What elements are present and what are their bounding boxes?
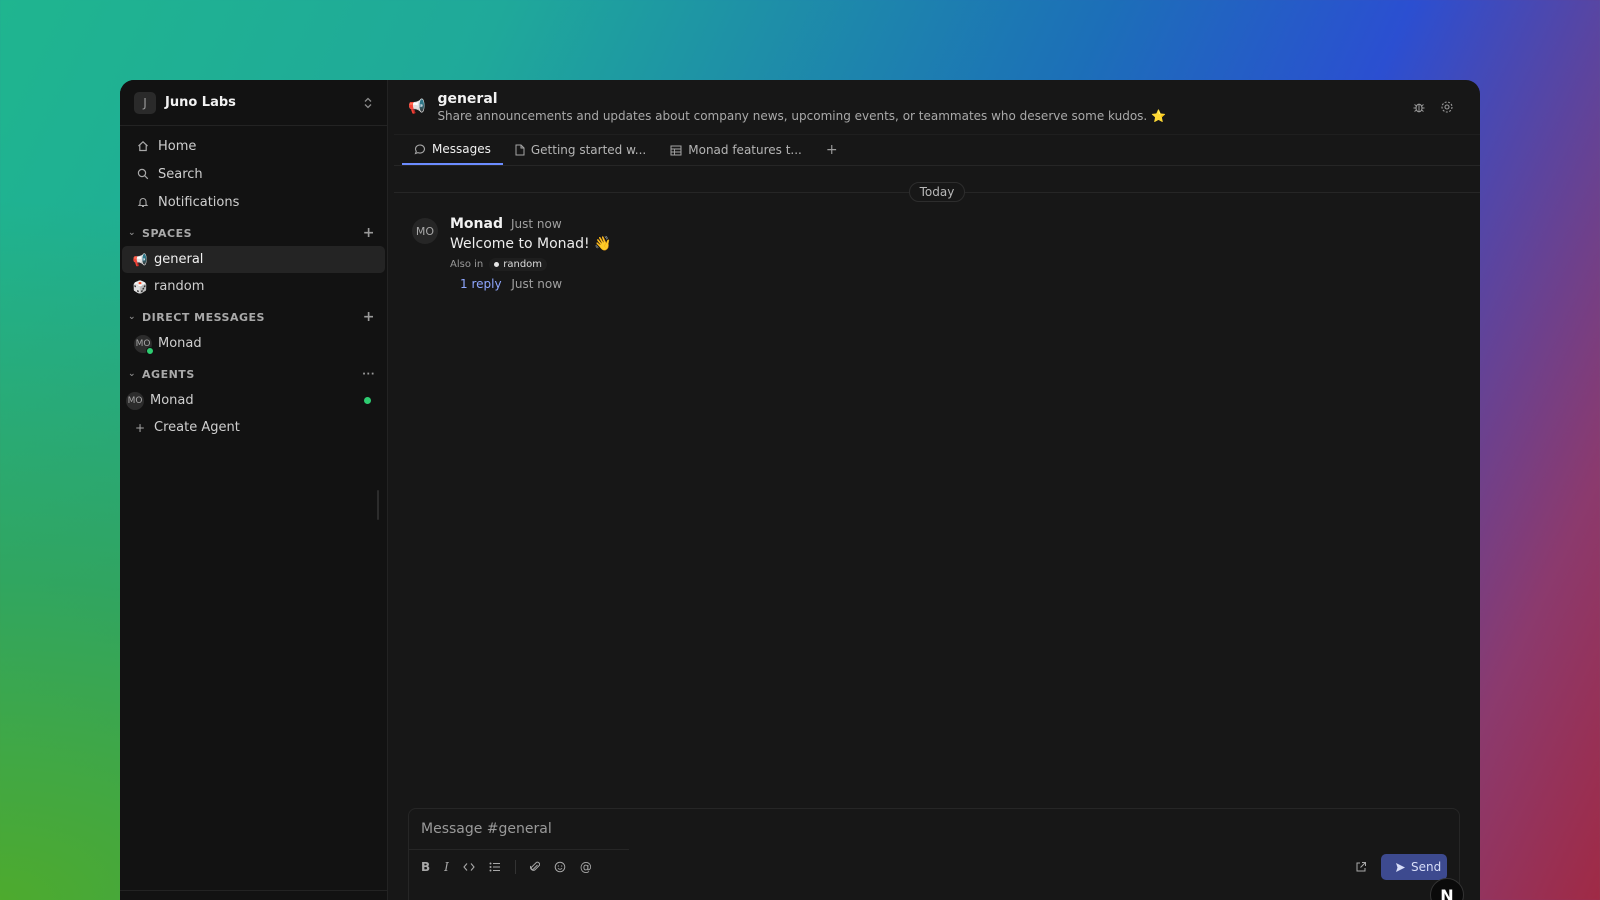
also-in-channel-label: random [503,259,543,270]
bold-icon[interactable]: B [421,860,430,874]
date-separator: Today [394,178,1480,206]
message-text: Welcome to Monad! 👋 [450,236,612,252]
primary-nav: Home Search Notifications [120,126,387,216]
dice-icon: 🎲 [132,279,148,294]
sidebar-item-label: random [154,279,205,294]
chevron-updown-icon [363,97,373,109]
table-icon [670,145,682,156]
avatar: MO [126,391,144,410]
also-in-row: Also in random [450,258,611,271]
tab-label: Messages [432,142,491,156]
chevron-down-icon: ⌄ [128,369,137,379]
spaces-title: SPACES [142,226,193,240]
also-in-label: Also in [450,259,484,270]
tab-label: Monad features t... [688,143,802,157]
paperclip-icon[interactable] [529,861,540,873]
workspace-avatar: J [134,91,156,114]
add-dm-button[interactable]: + [363,309,375,325]
channel-dot-icon [494,262,500,267]
code-icon[interactable] [463,862,475,872]
composer-toolbar: B I @ Send [409,850,1459,884]
send-icon [1395,862,1406,873]
message-timestamp: Just now [511,217,562,231]
dm-title: DIRECT MESSAGES [142,310,265,324]
channel-view: 📢 general Share announcements and update… [388,80,1480,900]
composer-right-actions: Send [1355,854,1447,880]
document-icon [515,144,525,156]
channel-tabs: Messages Getting started w... Monad feat… [394,134,1480,166]
create-agent-label: Create Agent [154,420,240,435]
search-icon [136,168,150,180]
bell-icon [136,196,150,208]
chevron-down-icon: ⌄ [128,228,137,238]
agents-title: AGENTS [142,367,195,381]
sidebar-footer [120,890,387,900]
message-item[interactable]: MO Monad Just now Welcome to Monad! 👋 Al… [394,206,1480,301]
gear-icon[interactable] [1440,100,1454,114]
message-composer: B I @ [408,808,1460,900]
channel-description: Share announcements and updates about co… [437,109,1166,123]
channel-actions [1412,100,1454,114]
external-link-icon[interactable] [1355,861,1367,873]
status-badge [364,397,371,404]
avatar[interactable]: MO [412,218,438,244]
tab-messages[interactable]: Messages [402,135,503,165]
chevron-down-icon: ⌄ [128,312,137,322]
add-tab-button[interactable]: + [814,135,850,165]
avatar: MO [134,334,154,355]
also-in-channel-chip[interactable]: random [489,258,548,271]
nav-home[interactable]: Home [128,132,379,160]
workspace-switcher[interactable]: J Juno Labs [120,80,387,126]
workspace-name: Juno Labs [165,95,236,110]
megaphone-icon: 📢 [132,252,148,267]
channel-title: general [437,91,498,107]
home-icon [136,140,150,152]
agents-more-button[interactable]: ··· [362,369,375,380]
message-body: Monad Just now Welcome to Monad! 👋 Also … [450,216,611,291]
agents-section-header[interactable]: ⌄ AGENTS ··· [120,361,387,387]
message-input[interactable] [409,809,1459,849]
sidebar-item-random[interactable]: 🎲 random [122,273,385,300]
nav-notifications-label: Notifications [158,194,240,210]
chat-bubble-icon [414,143,426,155]
avatar-initials: MO [127,395,143,406]
italic-icon[interactable]: I [444,860,449,874]
message-author[interactable]: Monad [450,216,503,232]
online-indicator [146,346,154,355]
tab-label: Getting started w... [530,143,647,157]
sidebar: J Juno Labs Home Search Notifications ⌄ … [120,80,388,900]
plus-icon: + [134,420,146,435]
tab-monad-features[interactable]: Monad features t... [658,135,814,165]
nav-search-label: Search [158,166,203,182]
bullet-list-icon[interactable] [489,862,501,872]
sidebar-item-label: Monad [158,336,202,351]
create-agent-button[interactable]: + Create Agent [122,414,385,441]
sidebar-item-dm-monad[interactable]: MO Monad [122,330,385,357]
sidebar-item-label: general [154,252,204,267]
mention-icon[interactable]: @ [580,860,592,874]
megaphone-icon: 📢 [408,99,426,115]
nav-search[interactable]: Search [128,160,379,188]
sidebar-item-general[interactable]: 📢 general [122,246,385,273]
reply-timestamp: Just now [511,277,563,291]
emoji-icon[interactable] [554,861,566,873]
reply-count-link[interactable]: 1 reply [460,277,502,291]
spaces-section-header[interactable]: ⌄ SPACES + [120,220,387,246]
app-window: J Juno Labs Home Search Notifications ⌄ … [120,80,1480,900]
nav-notifications[interactable]: Notifications [128,188,379,216]
add-space-button[interactable]: + [363,225,375,241]
sidebar-item-label: Monad [150,393,194,408]
thread-replies: 1 reply Just now [460,277,611,291]
sidebar-resize-handle[interactable] [377,490,379,520]
dm-section-header[interactable]: ⌄ DIRECT MESSAGES + [120,304,387,330]
send-button-label: Send [1411,860,1442,874]
toolbar-separator [514,860,516,874]
tab-getting-started[interactable]: Getting started w... [503,135,658,165]
bug-icon[interactable] [1412,100,1426,114]
send-button[interactable]: Send [1381,854,1447,880]
date-separator-label: Today [908,182,966,202]
channel-header: 📢 general Share announcements and update… [394,80,1480,134]
nav-home-label: Home [158,138,197,154]
sidebar-item-agent-monad[interactable]: MO Monad [122,387,385,414]
